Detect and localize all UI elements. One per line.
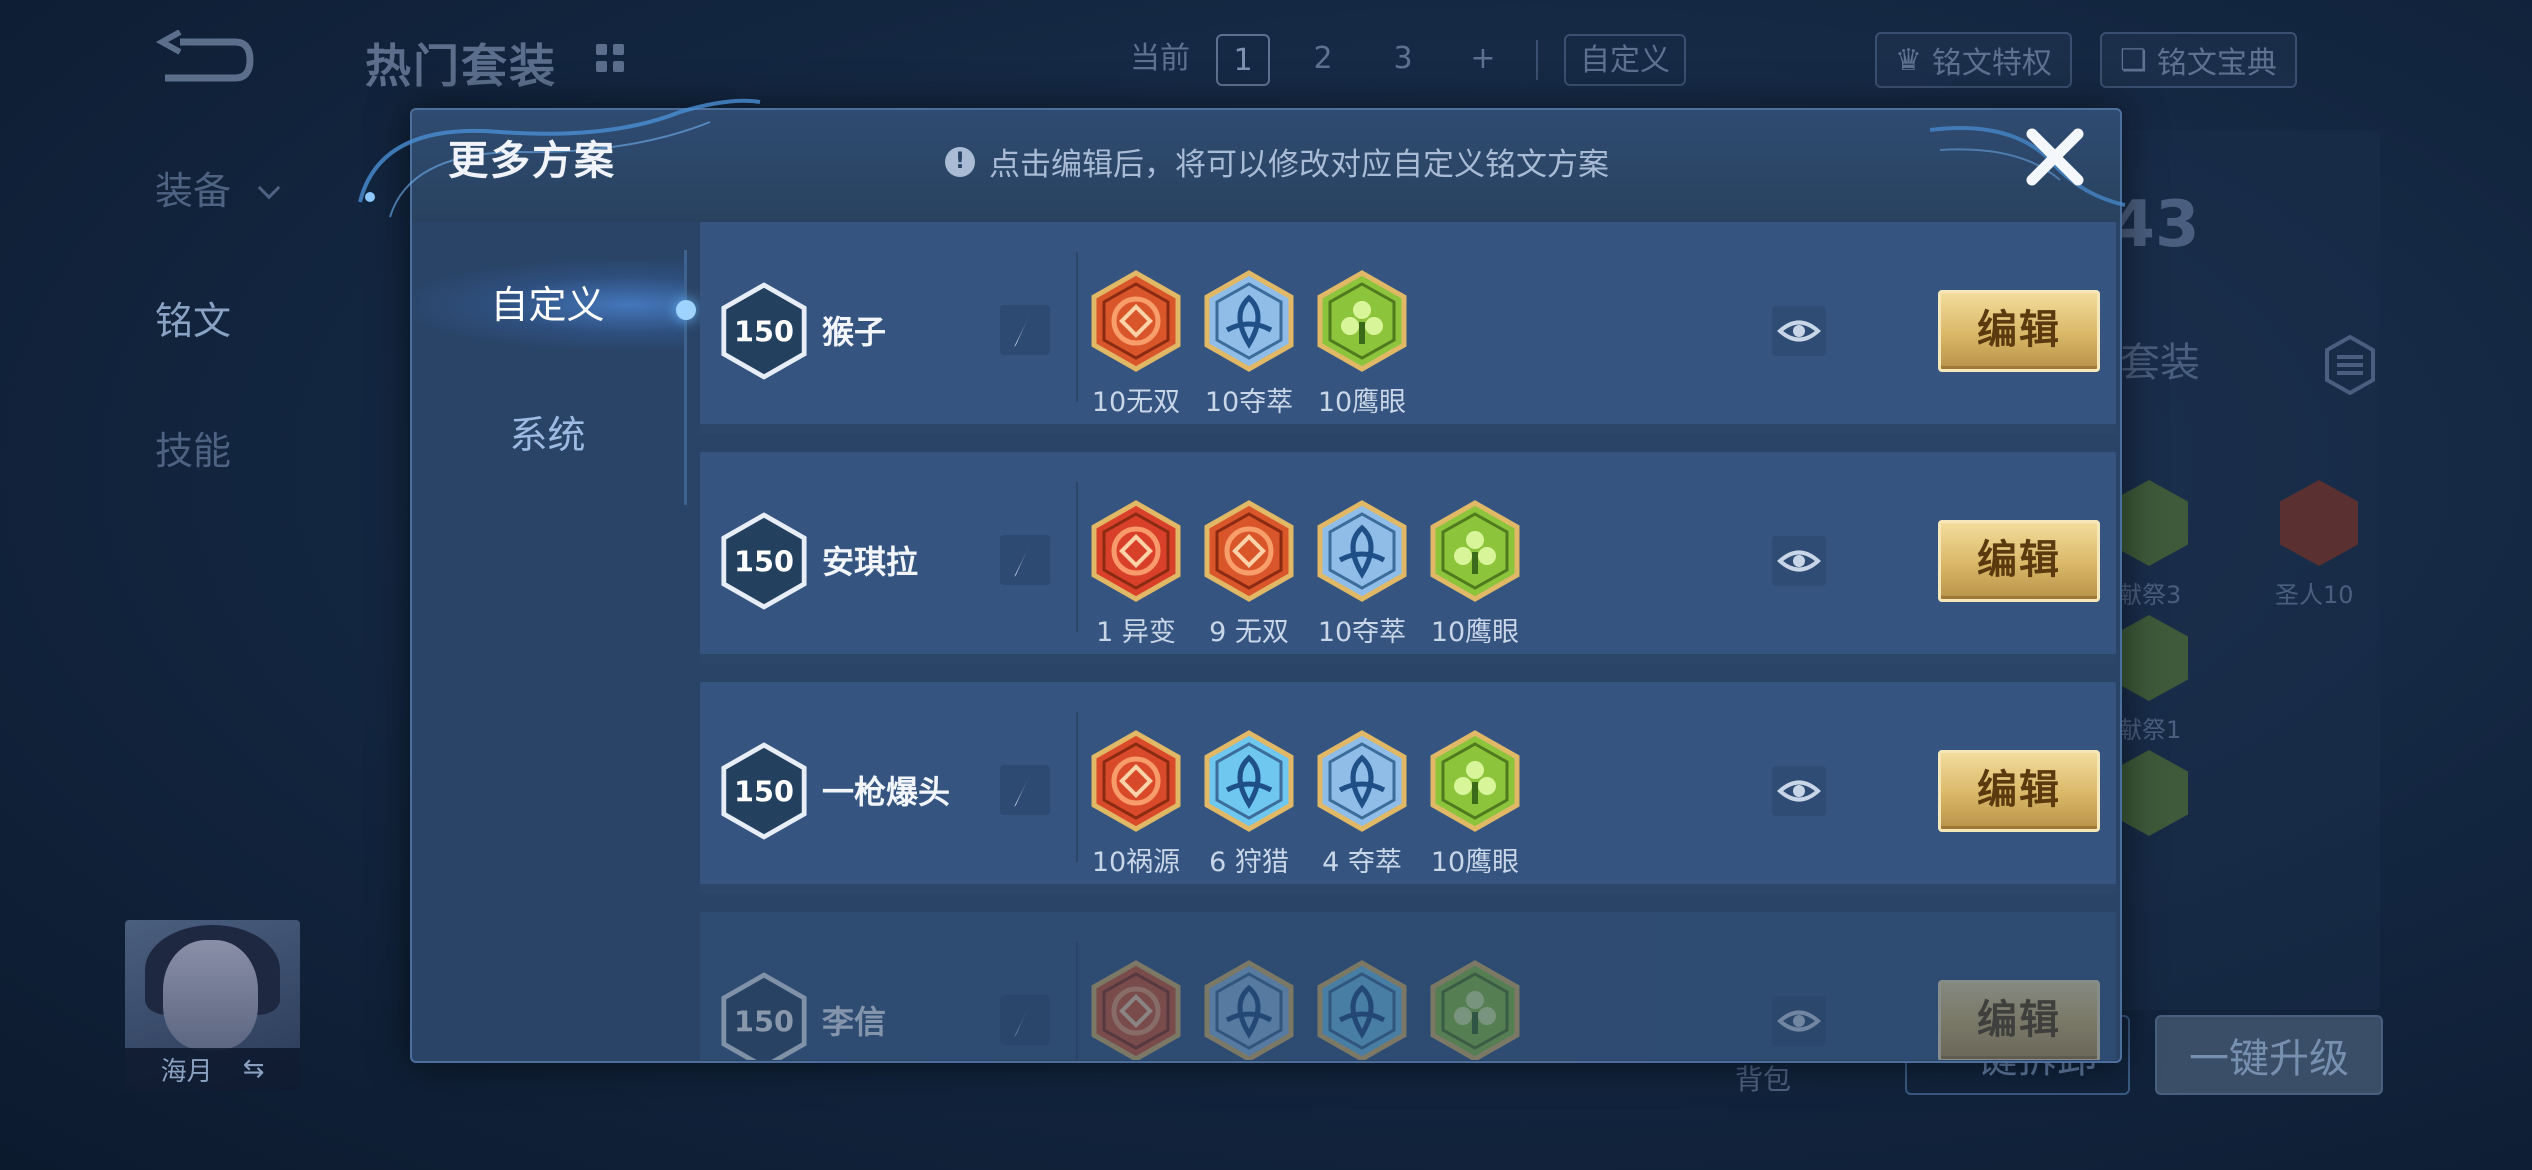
upgrade-all-button[interactable]: 一键升级 [2155, 1015, 2383, 1095]
tab-page-2[interactable]: 2 [1296, 34, 1350, 86]
plan-name: 李信 [822, 1003, 887, 1041]
level-number: 150 [734, 315, 794, 349]
grid-icon[interactable] [590, 38, 630, 78]
rune-label: 9 无双 [1209, 617, 1289, 648]
level-badge-icon: 150 [720, 282, 808, 380]
level-badge-icon: 150 [720, 512, 808, 610]
level-badge-icon: 150 [720, 972, 808, 1060]
tab-current[interactable]: 当前 [1130, 34, 1190, 86]
level-number: 150 [734, 775, 794, 809]
modal-title: 更多方案 [448, 138, 616, 184]
side-menu-runes[interactable]: 铭文 [155, 290, 231, 345]
plan-row: 150 李信 编辑 [700, 912, 2116, 1060]
plan-name: 猴子 [822, 313, 887, 351]
rune-icon [1090, 960, 1182, 1060]
tab-custom[interactable]: 自定义 [410, 260, 685, 350]
rune-icon [1316, 270, 1408, 372]
edit-button[interactable]: 编辑 [1938, 520, 2100, 602]
privilege-button[interactable]: ♛ 铭文特权 [1875, 32, 2072, 88]
rune-icon [1203, 270, 1295, 372]
plan-list[interactable]: 150 猴子 10无双 10夺萃 10鹰眼 编辑 150 安琪拉 1 异变 9 无双 10夺萃 10鹰… [700, 222, 2116, 1060]
row-divider [1076, 942, 1078, 1060]
hero-avatar[interactable]: 海月 ⇆ [125, 920, 300, 1090]
rune-icon [1316, 500, 1408, 602]
eye-icon[interactable] [1772, 306, 1826, 356]
plan-name: 安琪拉 [822, 543, 919, 581]
rename-pen-icon[interactable] [1000, 765, 1050, 815]
edit-button[interactable]: 编辑 [1938, 290, 2100, 372]
crown-icon: ♛ [1895, 42, 1922, 78]
privilege-label: 铭文特权 [1931, 46, 2052, 81]
chevron-down-icon [257, 176, 281, 200]
rune-icon [1316, 730, 1408, 832]
level-badge-icon: 150 [720, 742, 808, 840]
rune-label: 10鹰眼 [1317, 387, 1407, 418]
eye-icon[interactable] [1772, 996, 1826, 1046]
hero-name: 海月 [160, 1056, 213, 1087]
rune-label: 10鹰眼 [1430, 847, 1520, 878]
plan-name: 一枪爆头 [822, 773, 951, 811]
close-icon[interactable] [2020, 122, 2090, 192]
swap-icon[interactable]: ⇆ [243, 1054, 265, 1084]
hero-face [163, 940, 258, 1050]
edit-button[interactable]: 编辑 [1938, 750, 2100, 832]
rune-icon [1090, 730, 1182, 832]
book-icon: ❏ [2120, 42, 2147, 78]
plan-type-tabs: 自定义 系统 [410, 220, 685, 1063]
tab-system[interactable]: 系统 [410, 390, 685, 480]
add-page-button[interactable]: + [1456, 34, 1510, 86]
side-menu-skills[interactable]: 技能 [155, 420, 231, 475]
rune-icon [1203, 730, 1295, 832]
level-number: 150 [734, 1005, 794, 1039]
page-tabs: 当前 1 2 3 + 自定义 [1130, 30, 1686, 90]
modal-hint: ! 点击编辑后，将可以修改对应自定义铭文方案 [945, 139, 1609, 184]
hint-text: 点击编辑后，将可以修改对应自定义铭文方案 [989, 147, 1609, 183]
codex-label: 铭文宝典 [2156, 46, 2277, 81]
active-tab-indicator [676, 300, 696, 320]
rune-icon [1316, 960, 1408, 1060]
rune-label: 10夺萃 [1204, 387, 1294, 418]
rune-icon [1090, 270, 1182, 372]
rune-icon [1429, 960, 1521, 1060]
custom-button[interactable]: 自定义 [1564, 34, 1686, 86]
rune-label: 10无双 [1091, 387, 1181, 418]
info-icon: ! [945, 146, 975, 177]
rune-label: 10祸源 [1091, 847, 1181, 878]
level-number: 150 [734, 545, 794, 579]
rune-slot-label: 圣人10 [2275, 581, 2354, 609]
plan-row: 150 安琪拉 1 异变 9 无双 10夺萃 10鹰眼 编辑 [700, 452, 2116, 664]
rune-icon [1429, 500, 1521, 602]
plan-row: 150 一枪爆头 10祸源 6 狩猎 4 夺萃 10鹰眼 编辑 [700, 682, 2116, 894]
tab-rail [684, 250, 687, 505]
list-icon[interactable] [2325, 335, 2375, 395]
rune-icon [1090, 500, 1182, 602]
rune-slot-label: 献祭1 [2118, 716, 2182, 744]
rune-slot-label: 献祭3 [2118, 581, 2182, 609]
tab-page-1[interactable]: 1 [1216, 34, 1270, 86]
rune-label: 6 狩猎 [1209, 847, 1289, 878]
rune-icon [1203, 960, 1295, 1060]
bag-label[interactable]: 背包 [1735, 1058, 1791, 1098]
rune-label: 10夺萃 [1317, 617, 1407, 648]
tab-page-3[interactable]: 3 [1376, 34, 1430, 86]
rune-label: 4 夺萃 [1322, 847, 1402, 878]
rune-label: 1 异变 [1096, 617, 1176, 648]
rune-label: 10鹰眼 [1430, 617, 1520, 648]
edit-button[interactable]: 编辑 [1938, 980, 2100, 1060]
side-menu-equipment[interactable]: 装备 [155, 160, 281, 215]
eye-icon[interactable] [1772, 766, 1826, 816]
rename-pen-icon[interactable] [1000, 305, 1050, 355]
rune-icon [1203, 500, 1295, 602]
plan-row: 150 猴子 10无双 10夺萃 10鹰眼 编辑 [700, 222, 2116, 434]
eye-icon[interactable] [1772, 536, 1826, 586]
divider [1536, 40, 1538, 80]
rename-pen-icon[interactable] [1000, 535, 1050, 585]
hot-sets-title: 热门套装 [365, 39, 557, 93]
codex-button[interactable]: ❏ 铭文宝典 [2100, 32, 2297, 88]
hero-name-bar: 海月 ⇆ [125, 1048, 300, 1090]
rename-pen-icon[interactable] [1000, 995, 1050, 1045]
back-arrow-icon[interactable] [150, 30, 260, 90]
rune-icon [1429, 730, 1521, 832]
